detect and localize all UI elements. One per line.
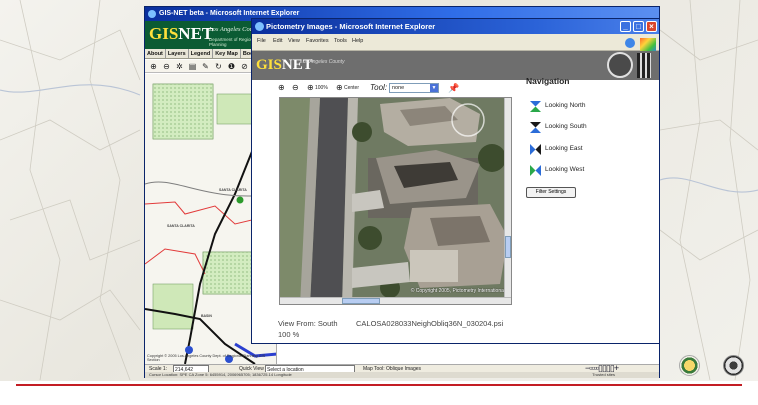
view-from-label: View From: <box>278 319 316 328</box>
menu-tools[interactable]: Tools <box>334 38 347 44</box>
center-label[interactable]: Center <box>344 85 359 91</box>
info-icon[interactable]: ❶ <box>227 62 236 71</box>
pictometry-window-title: Pictometry Images - Microsoft Internet E… <box>266 22 436 31</box>
measure-icon[interactable]: ⊘ <box>240 62 249 71</box>
arrow-up-icon <box>530 101 541 112</box>
arrow-down-icon <box>530 122 541 133</box>
vertical-scrollbar[interactable] <box>504 98 511 304</box>
ie-icon <box>148 10 156 18</box>
zoom-100-label[interactable]: 100% <box>315 85 328 91</box>
nav-looking-north[interactable]: Looking North <box>530 100 585 112</box>
menu-view[interactable]: View <box>288 38 300 44</box>
tools-menu-icon[interactable] <box>625 38 635 48</box>
pictometry-banner-subtitle: Los Angeles County <box>300 59 345 65</box>
print-icon[interactable]: ▤ <box>188 62 197 71</box>
menu-layers[interactable]: Layers <box>166 49 189 58</box>
menu-legend[interactable]: Legend <box>189 49 214 58</box>
menu-file[interactable]: File <box>257 38 266 44</box>
zoom-in-icon[interactable]: ⊕ <box>149 62 158 71</box>
horizontal-scrollbar[interactable] <box>280 297 511 304</box>
gisnet-window-title: GIS-NET beta - Microsoft Internet Explor… <box>159 10 300 17</box>
globe-icon[interactable]: ✲ <box>175 62 184 71</box>
identify-icon[interactable]: ✎ <box>201 62 210 71</box>
map-label-3: BASIN <box>201 314 212 318</box>
pictometry-browser-window: Pictometry Images - Microsoft Internet E… <box>251 18 660 344</box>
map-label-1: SANTA CLARITA <box>219 188 247 192</box>
map-copyright: Copyright © 2005 Los Angeles County Dept… <box>147 354 266 362</box>
pictometry-banner: GISNET Los Angeles County <box>252 51 659 80</box>
zoom-slider[interactable]: −▫▫▫▫▯▯▯▯+ <box>585 364 619 373</box>
vertical-scroll-thumb[interactable] <box>505 236 511 258</box>
pictometry-titlebar[interactable]: Pictometry Images - Microsoft Internet E… <box>252 19 659 34</box>
zoom-percent: 100 % <box>278 330 300 339</box>
nav-looking-east[interactable]: Looking East <box>530 143 583 155</box>
banner-stripe <box>637 53 651 78</box>
arrow-left-icon <box>530 165 541 176</box>
department-logo <box>723 355 744 376</box>
tool-label: Tool: <box>370 83 388 92</box>
menu-help[interactable]: Help <box>352 38 363 44</box>
view-from: View From: South <box>278 319 338 328</box>
trusted-sites: Trusted sites <box>592 372 615 377</box>
menu-edit[interactable]: Edit <box>273 38 282 44</box>
pictometry-menubar: File Edit View Favorites Tools Help <box>252 34 659 53</box>
maximize-button[interactable]: □ <box>633 21 644 32</box>
zoom-in-icon[interactable]: ⊕ <box>278 83 285 93</box>
view-from-value: South <box>317 319 338 328</box>
ie-icon <box>255 22 264 31</box>
map-label-2: SANTA CLARITA <box>167 224 195 228</box>
zoom-out-icon[interactable]: ⊖ <box>162 62 171 71</box>
menu-key-map[interactable]: Key Map <box>213 49 241 58</box>
horizontal-scroll-thumb[interactable] <box>342 298 380 304</box>
chevron-down-icon[interactable]: ▼ <box>430 84 438 92</box>
nav-looking-west[interactable]: Looking West <box>530 164 584 176</box>
menu-about[interactable]: About <box>145 49 166 58</box>
navigation-title: Navigation <box>526 76 570 86</box>
county-seal-logo <box>679 355 700 376</box>
zoom-100-icon[interactable]: ⊕ <box>307 83 314 93</box>
refresh-icon[interactable]: ↻ <box>214 62 223 71</box>
menu-favorites[interactable]: Favorites <box>306 38 329 44</box>
nav-looking-south[interactable]: Looking South <box>530 121 587 133</box>
cursor-location: Cursor Location: SPE CA Zone 5: 6455914,… <box>149 372 292 377</box>
filter-settings-button[interactable]: Filter Settings <box>526 187 576 198</box>
slide-footer-line <box>16 384 742 386</box>
gisnet-logo: GISNET <box>149 24 214 43</box>
tool-select[interactable]: none ▼ <box>389 83 439 93</box>
oblique-aerial-image[interactable]: © Copyright 2005, Pictometry Internation… <box>279 97 512 305</box>
cursor-location-bar: Cursor Location: SPE CA Zone 5: 6455914,… <box>145 372 659 378</box>
arrow-right-icon <box>530 144 541 155</box>
center-icon[interactable]: ⊕ <box>336 83 343 93</box>
pushpin-icon[interactable]: 📌 <box>448 83 459 94</box>
image-filename: CALOSA028033NeighObliq36N_030204.psi <box>356 319 504 328</box>
image-copyright: © Copyright 2005, Pictometry Internation… <box>410 288 505 294</box>
close-button[interactable]: × <box>646 21 657 32</box>
zoom-out-icon[interactable]: ⊖ <box>292 83 299 93</box>
county-seal-icon <box>607 52 633 78</box>
minimize-button[interactable]: _ <box>620 21 631 32</box>
